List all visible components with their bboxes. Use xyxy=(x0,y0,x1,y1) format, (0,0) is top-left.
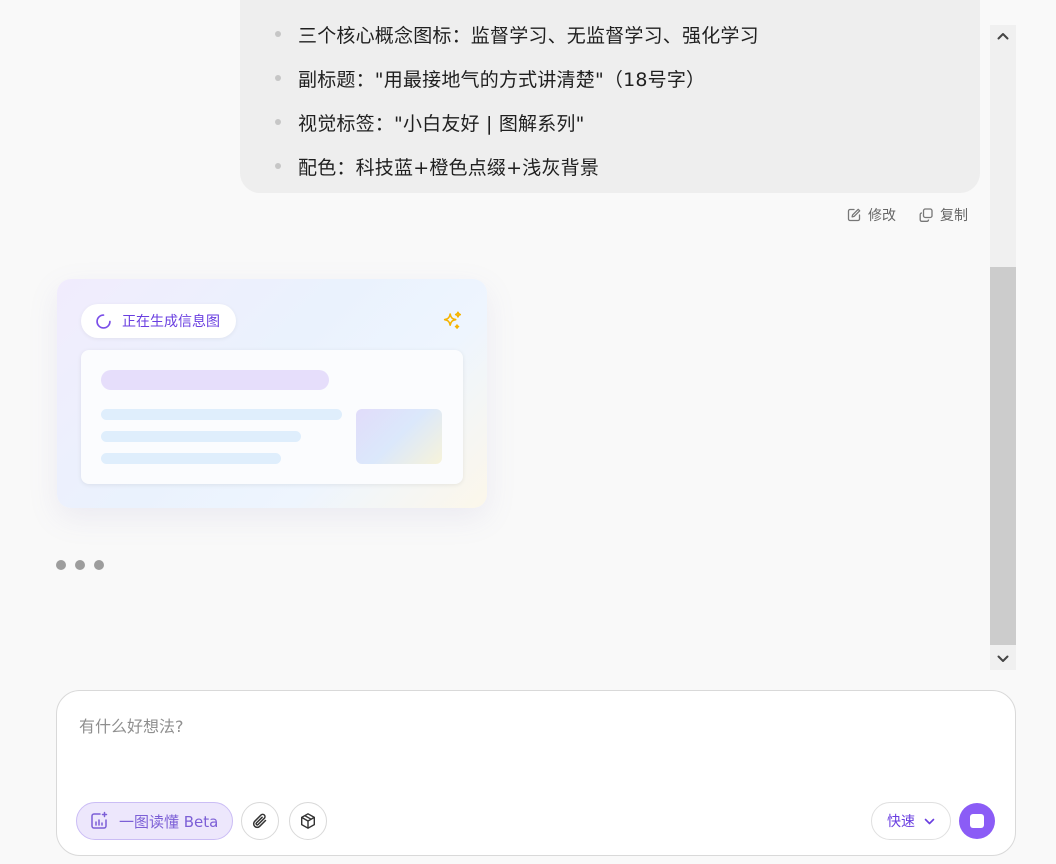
bullet-text: 副标题："用最接地气的方式讲清楚"（18号字） xyxy=(298,68,706,91)
scrollbar-thumb[interactable] xyxy=(990,267,1016,645)
chevron-down-icon xyxy=(924,818,935,824)
edit-button[interactable]: 修改 xyxy=(846,205,896,225)
chevron-up-icon xyxy=(997,33,1009,40)
bullet-text: 视觉标签："小白友好 | 图解系列" xyxy=(298,112,585,135)
skeleton-line xyxy=(101,453,281,464)
scroll-up-button[interactable] xyxy=(990,25,1016,47)
scroll-down-button[interactable] xyxy=(990,648,1016,670)
message-composer: 一图读懂 Beta 快速 xyxy=(56,690,1016,856)
list-item: 三个核心概念图标：监督学习、无监督学习、强化学习 xyxy=(275,20,759,48)
copy-label: 复制 xyxy=(940,208,968,224)
cube-icon xyxy=(301,813,315,829)
copy-button[interactable]: 复制 xyxy=(918,205,968,225)
paperclip-icon xyxy=(252,813,267,829)
edit-icon xyxy=(847,208,861,222)
list-item: 配色：科技蓝+橙色点缀+浅灰背景 xyxy=(275,152,599,180)
infographic-chip-label: 一图读懂 Beta xyxy=(119,812,219,831)
typing-dot xyxy=(75,560,85,570)
typing-dot xyxy=(56,560,66,570)
sparkle-icon xyxy=(443,311,462,329)
skeleton-line xyxy=(101,431,301,442)
chevron-down-icon xyxy=(997,655,1009,662)
typing-dot xyxy=(94,560,104,570)
bullet-text: 三个核心概念图标：监督学习、无监督学习、强化学习 xyxy=(298,24,759,47)
skeleton-line xyxy=(101,409,342,420)
speed-mode-select[interactable]: 快速 xyxy=(871,802,951,840)
message-actions: 修改 复制 xyxy=(846,204,968,226)
copy-icon xyxy=(919,208,933,222)
bullet-dot xyxy=(275,119,281,125)
message-input[interactable] xyxy=(79,711,979,741)
speed-mode-label: 快速 xyxy=(887,814,915,830)
generation-status-text: 正在生成信息图 xyxy=(122,314,220,330)
list-item: 副标题："用最接地气的方式讲清楚"（18号字） xyxy=(275,64,705,92)
chat-scroll-area[interactable]: 三个核心概念图标：监督学习、无监督学习、强化学习 副标题："用最接地气的方式讲清… xyxy=(0,0,990,670)
infographic-generation-card: 正在生成信息图 xyxy=(57,279,487,508)
edit-label: 修改 xyxy=(868,208,896,224)
bullet-dot xyxy=(275,31,281,37)
stop-generation-button[interactable] xyxy=(959,803,995,839)
cube-tool-button[interactable] xyxy=(289,802,327,840)
bullet-text: 配色：科技蓝+橙色点缀+浅灰背景 xyxy=(298,156,600,179)
chat-app: 三个核心概念图标：监督学习、无监督学习、强化学习 副标题："用最接地气的方式讲清… xyxy=(0,0,1056,864)
stop-icon xyxy=(970,814,984,828)
skeleton-image xyxy=(356,409,442,464)
infographic-mode-chip[interactable]: 一图读懂 Beta xyxy=(76,802,234,840)
spinner-icon xyxy=(96,313,111,329)
attach-file-button[interactable] xyxy=(241,802,279,840)
skeleton-title xyxy=(101,370,329,390)
bullet-dot xyxy=(275,75,281,81)
generation-status-pill: 正在生成信息图 xyxy=(81,304,236,338)
chart-icon xyxy=(91,811,108,829)
chat-scrollbar[interactable] xyxy=(990,25,1016,670)
user-message-bubble: 三个核心概念图标：监督学习、无监督学习、强化学习 副标题："用最接地气的方式讲清… xyxy=(240,0,980,193)
list-item: 视觉标签："小白友好 | 图解系列" xyxy=(275,108,585,136)
infographic-preview-skeleton xyxy=(81,350,463,484)
typing-indicator xyxy=(56,560,104,570)
bullet-dot xyxy=(275,163,281,169)
